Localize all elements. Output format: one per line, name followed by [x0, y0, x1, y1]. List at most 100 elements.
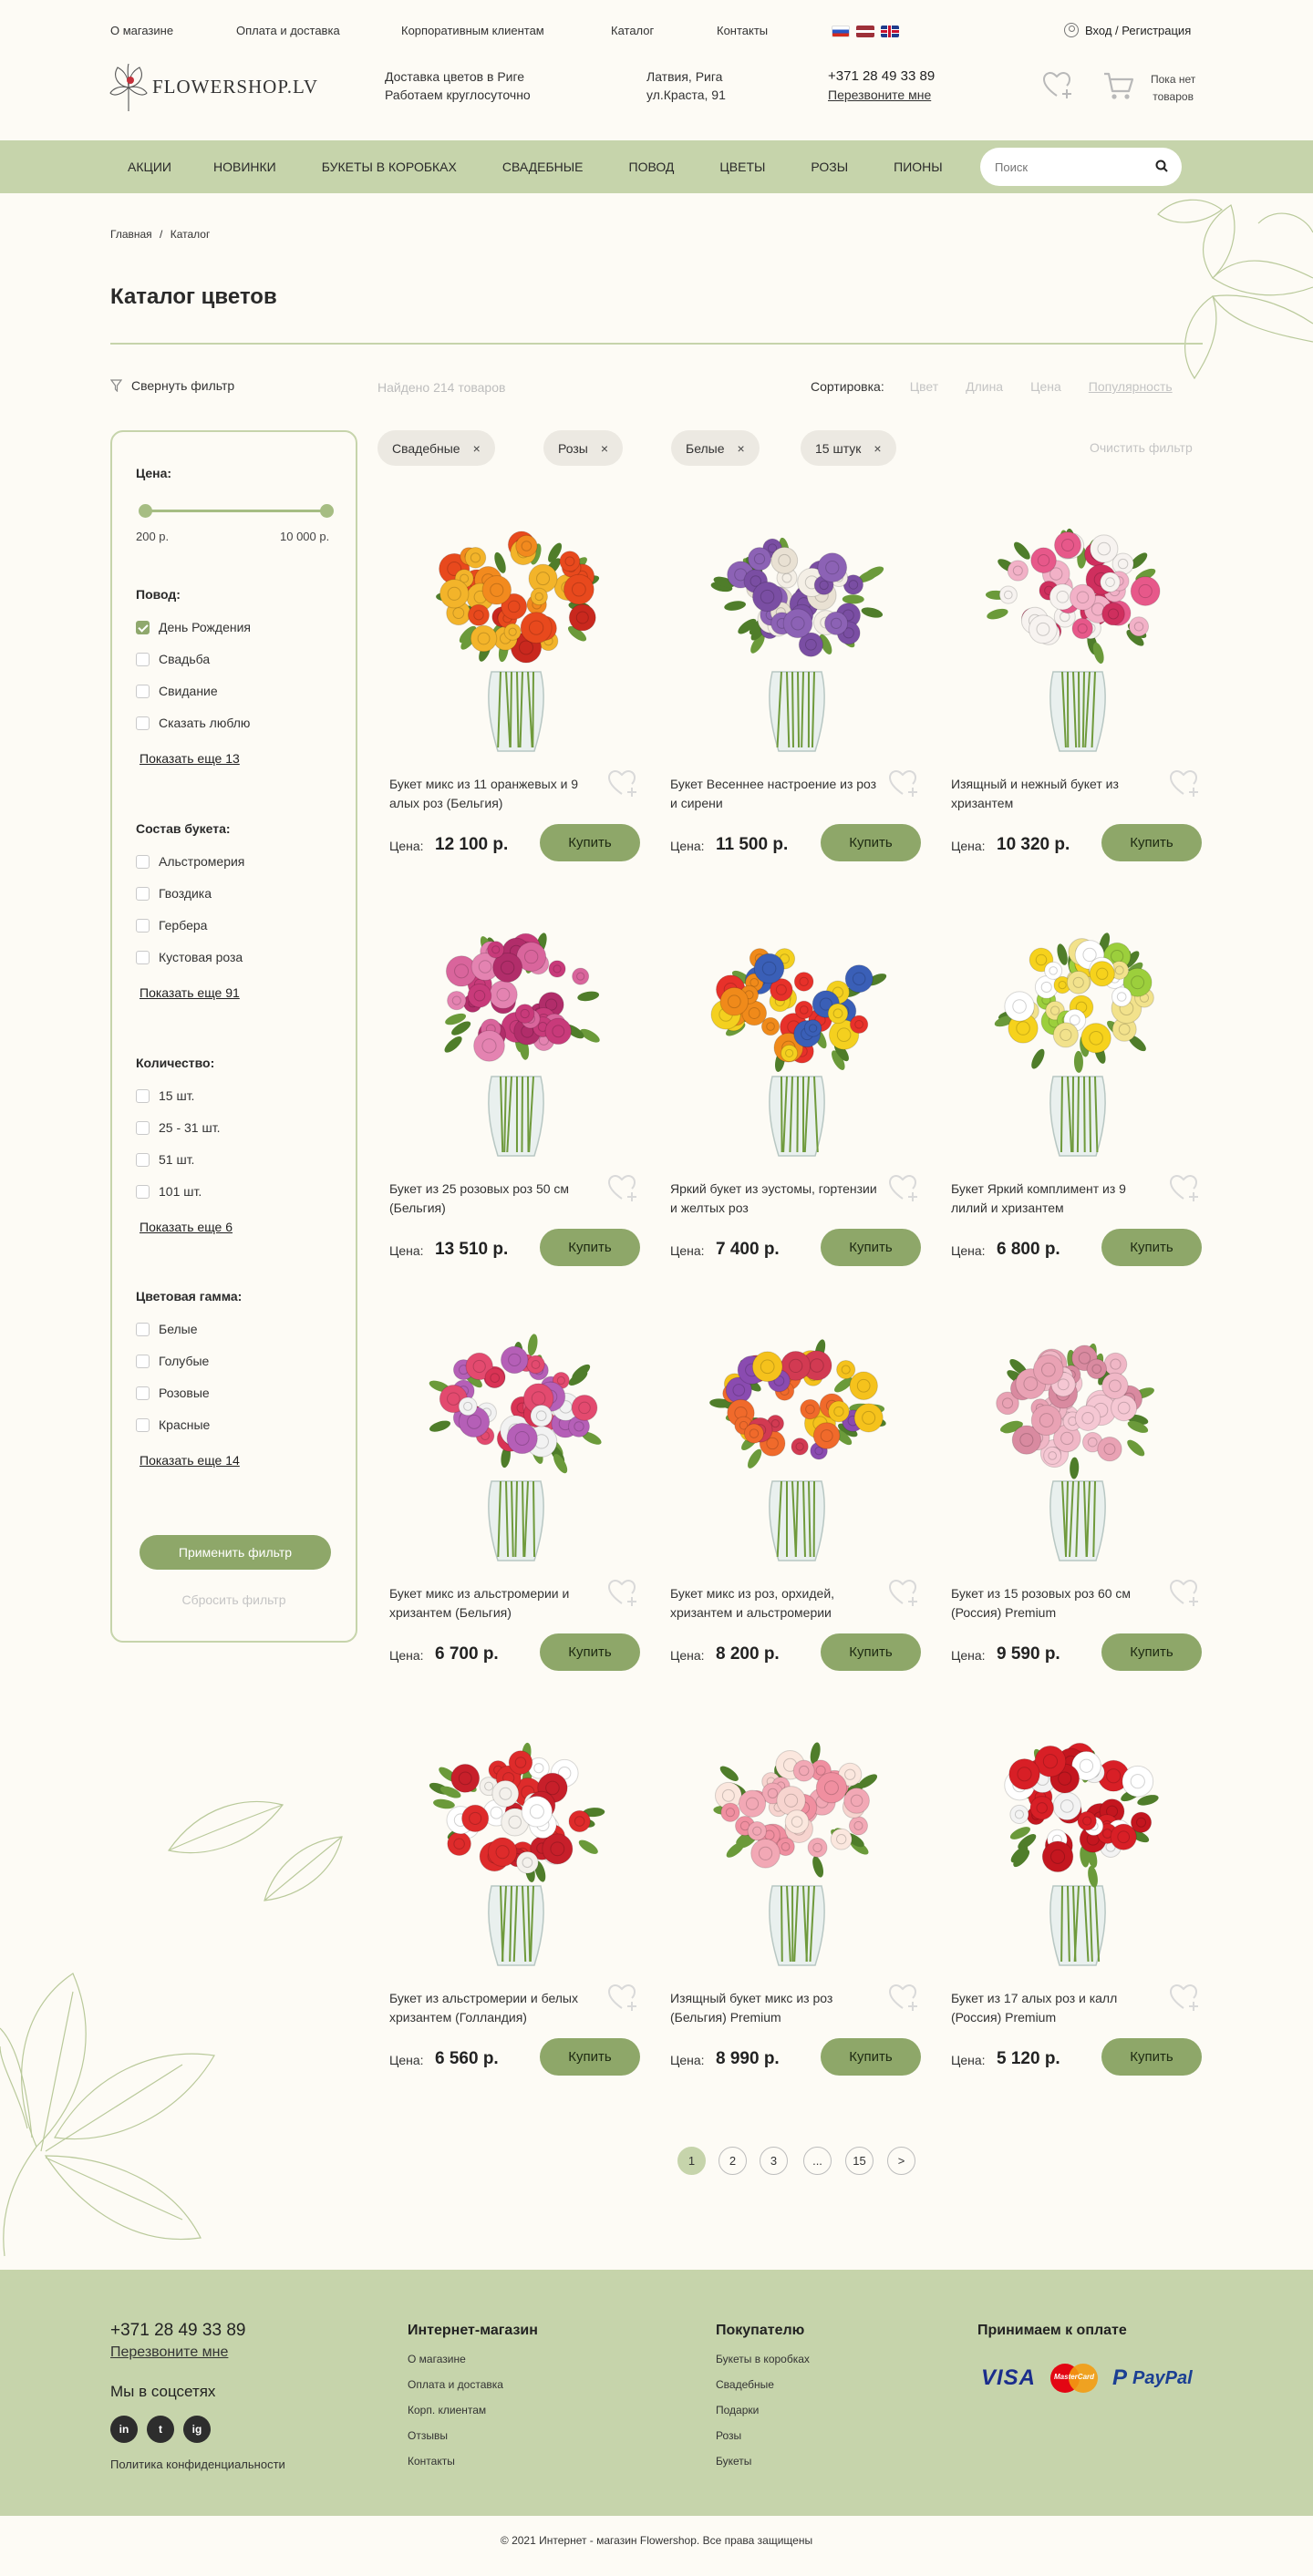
top-link-corporate[interactable]: Корпоративным клиентам: [401, 24, 611, 37]
filter-option[interactable]: Гвоздика: [136, 886, 212, 901]
checkbox[interactable]: [136, 854, 150, 869]
buy-button[interactable]: Купить: [821, 1633, 921, 1671]
buy-button[interactable]: Купить: [821, 1229, 921, 1266]
twitter-icon[interactable]: t: [147, 2416, 174, 2443]
checkbox[interactable]: [136, 1386, 150, 1400]
page-2-button[interactable]: 2: [719, 2147, 747, 2175]
checkbox[interactable]: [136, 620, 150, 634]
privacy-policy-link[interactable]: Политика конфиденциальности: [110, 2458, 285, 2471]
checkbox[interactable]: [136, 950, 150, 964]
nav-item-flowers[interactable]: ЦВЕТЫ: [719, 160, 765, 174]
footer-link[interactable]: Букеты в коробках: [716, 2353, 810, 2378]
footer-link[interactable]: Подарки: [716, 2404, 810, 2429]
product-name[interactable]: Букет из 15 розовых роз 60 см (Россия) P…: [951, 1584, 1161, 1623]
add-to-wishlist-icon[interactable]: [1169, 1579, 1202, 1608]
footer-link[interactable]: Букеты: [716, 2455, 810, 2480]
checkbox[interactable]: [136, 918, 150, 933]
footer-link[interactable]: Розы: [716, 2429, 810, 2455]
buy-button[interactable]: Купить: [540, 1633, 640, 1671]
product-image[interactable]: [964, 512, 1192, 758]
filter-option[interactable]: Красные: [136, 1417, 210, 1432]
add-to-wishlist-icon[interactable]: [1169, 1984, 1202, 2013]
chip-close-icon[interactable]: ×: [874, 441, 881, 456]
checkbox[interactable]: [136, 684, 150, 698]
filter-option[interactable]: Розовые: [136, 1386, 210, 1400]
top-link-about[interactable]: О магазине: [110, 24, 236, 37]
sort-option-price[interactable]: Цена: [1030, 379, 1061, 394]
footer-link[interactable]: Контакты: [408, 2455, 538, 2480]
wishlist-icon[interactable]: [1042, 71, 1075, 100]
product-name[interactable]: Букет микс из роз, орхидей, хризантем и …: [670, 1584, 880, 1623]
top-link-contacts[interactable]: Контакты: [717, 24, 768, 37]
buy-button[interactable]: Купить: [821, 2038, 921, 2076]
filter-option[interactable]: Гербера: [136, 918, 207, 933]
filter-option[interactable]: Сказать люблю: [136, 716, 250, 730]
add-to-wishlist-icon[interactable]: [1169, 769, 1202, 799]
show-more-link[interactable]: Показать еще 13: [140, 751, 240, 766]
add-to-wishlist-icon[interactable]: [607, 1984, 640, 2013]
flag-lv-icon[interactable]: [856, 26, 874, 37]
checkbox[interactable]: [136, 1417, 150, 1432]
footer-link[interactable]: Отзывы: [408, 2429, 538, 2455]
instagram-icon[interactable]: ig: [183, 2416, 211, 2443]
add-to-wishlist-icon[interactable]: [607, 1174, 640, 1203]
product-name[interactable]: Букет микс из 11 оранжевых и 9 алых роз …: [389, 775, 599, 813]
filter-option[interactable]: 25 - 31 шт.: [136, 1120, 220, 1135]
apply-filter-button[interactable]: Применить фильтр: [140, 1535, 331, 1570]
filter-toggle[interactable]: Свернуть фильтр: [110, 378, 234, 393]
nav-item-new[interactable]: НОВИНКИ: [213, 160, 276, 174]
buy-button[interactable]: Купить: [540, 824, 640, 861]
add-to-wishlist-icon[interactable]: [1169, 1174, 1202, 1203]
reset-filter-link[interactable]: Сбросить фильтр: [112, 1592, 356, 1607]
sort-option-length[interactable]: Длина: [966, 379, 1003, 394]
product-image[interactable]: [683, 1726, 911, 1973]
product-image[interactable]: [683, 917, 911, 1163]
top-link-delivery[interactable]: Оплата и доставка: [236, 24, 401, 37]
cart-icon[interactable]: [1102, 71, 1135, 102]
checkbox[interactable]: [136, 652, 150, 666]
footer-phone[interactable]: +371 28 49 33 89: [110, 2321, 245, 2341]
product-image[interactable]: [964, 1322, 1192, 1568]
show-more-link[interactable]: Показать еще 91: [140, 985, 240, 1000]
checkbox[interactable]: [136, 1184, 150, 1199]
product-name[interactable]: Букет из 17 алых роз и калл (Россия) Pre…: [951, 1989, 1161, 2027]
page-3-button[interactable]: 3: [760, 2147, 788, 2175]
product-name[interactable]: Изящный букет микс из роз (Бельгия) Prem…: [670, 1989, 880, 2027]
add-to-wishlist-icon[interactable]: [888, 1984, 921, 2013]
add-to-wishlist-icon[interactable]: [888, 1579, 921, 1608]
buy-button[interactable]: Купить: [1101, 2038, 1202, 2076]
sort-option-color[interactable]: Цвет: [910, 379, 938, 394]
checkbox[interactable]: [136, 886, 150, 901]
checkbox[interactable]: [136, 1120, 150, 1135]
nav-item-peonies[interactable]: ПИОНЫ: [894, 160, 943, 174]
product-image[interactable]: [402, 1322, 630, 1568]
product-image[interactable]: [402, 917, 630, 1163]
product-name[interactable]: Изящный и нежный букет из хризантем: [951, 775, 1161, 813]
product-image[interactable]: [402, 1726, 630, 1973]
buy-button[interactable]: Купить: [540, 2038, 640, 2076]
cart-status[interactable]: Пока нет товаров: [1151, 71, 1195, 106]
top-link-catalog[interactable]: Каталог: [611, 24, 717, 37]
buy-button[interactable]: Купить: [540, 1229, 640, 1266]
clear-filter-link[interactable]: Очистить фильтр: [1090, 440, 1193, 455]
product-name[interactable]: Букет Яркий комплимент из 9 лилий и хриз…: [951, 1180, 1161, 1218]
header-callback-link[interactable]: Перезвоните мне: [828, 88, 931, 102]
footer-link[interactable]: О магазине: [408, 2353, 538, 2378]
filter-option[interactable]: Свадьба: [136, 652, 210, 666]
product-name[interactable]: Букет Весеннее настроение из роз и сирен…: [670, 775, 880, 813]
filter-option[interactable]: 51 шт.: [136, 1152, 194, 1167]
checkbox[interactable]: [136, 1322, 150, 1336]
filter-option[interactable]: 101 шт.: [136, 1184, 202, 1199]
flag-uk-icon[interactable]: [881, 26, 899, 37]
checkbox[interactable]: [136, 1354, 150, 1368]
nav-item-wedding[interactable]: СВАДЕБНЫЕ: [502, 160, 584, 174]
checkbox[interactable]: [136, 716, 150, 730]
buy-button[interactable]: Купить: [821, 824, 921, 861]
sort-option-popularity[interactable]: Популярность: [1089, 379, 1173, 394]
product-image[interactable]: [964, 917, 1192, 1163]
price-range-min-handle[interactable]: [139, 504, 152, 518]
show-more-link[interactable]: Показать еще 6: [140, 1220, 233, 1234]
filter-option[interactable]: Белые: [136, 1322, 198, 1336]
nav-item-boxes[interactable]: БУКЕТЫ В КОРОБКАХ: [322, 160, 457, 174]
footer-callback-link[interactable]: Перезвоните мне: [110, 2344, 228, 2361]
